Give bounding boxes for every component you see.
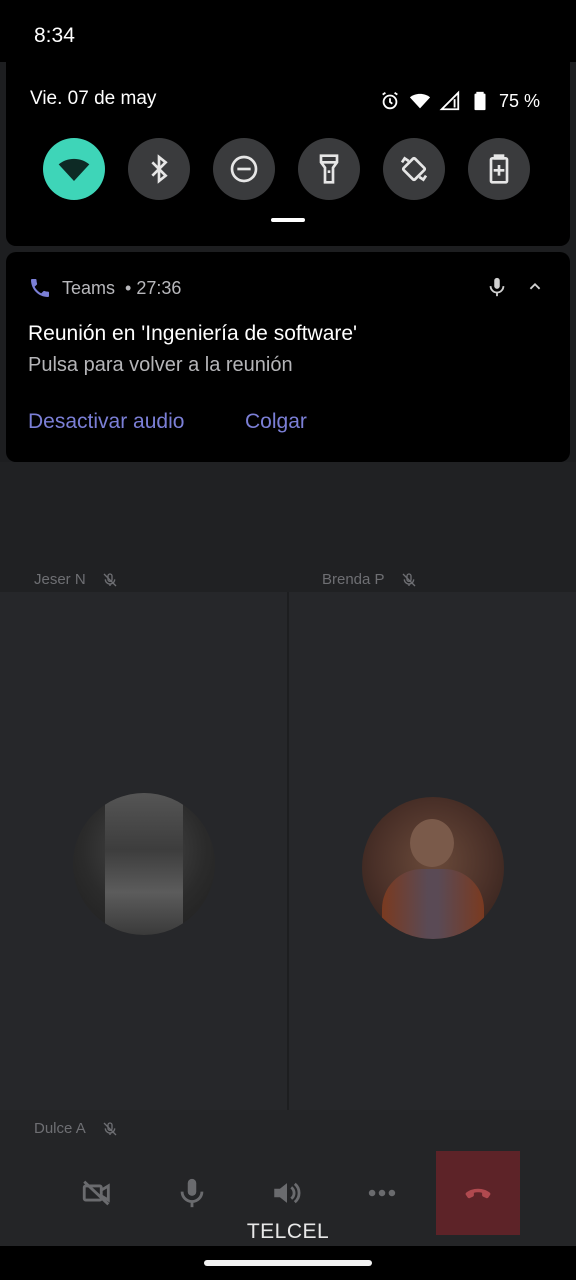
tile-divider — [287, 592, 289, 1140]
hang-up-action-button[interactable]: Colgar — [245, 410, 307, 434]
battery-percent: 75 % — [498, 90, 540, 111]
participant-label-dulce: Dulce A — [34, 1120, 118, 1137]
auto-rotate-icon — [400, 156, 428, 182]
bluetooth-tile[interactable] — [128, 138, 190, 200]
mute-audio-button[interactable]: Desactivar audio — [28, 410, 184, 434]
camera-off-icon — [82, 1180, 110, 1206]
camera-off-button[interactable] — [72, 1168, 122, 1218]
avatar-brenda — [362, 797, 504, 939]
microphone-button[interactable] — [167, 1168, 217, 1218]
do-not-disturb-tile[interactable] — [213, 138, 275, 200]
notification-title: Reunión en 'Ingeniería de software' — [28, 322, 358, 345]
mic-muted-icon — [103, 572, 117, 586]
mic-muted-icon — [402, 572, 416, 586]
avatar-jeser — [73, 793, 215, 935]
mic-muted-icon — [103, 1121, 117, 1135]
qs-status-icons: 75 % — [379, 90, 540, 112]
microphone-icon — [180, 1178, 204, 1208]
participant-name: Brenda P — [322, 571, 385, 588]
flashlight-icon — [319, 154, 339, 184]
speaker-button[interactable] — [262, 1168, 312, 1218]
battery-icon — [474, 91, 486, 111]
wifi-icon — [58, 158, 90, 181]
battery-saver-icon — [489, 154, 509, 184]
wifi-signal-icon — [409, 93, 431, 109]
participant-label-jeser: Jeser N — [34, 571, 118, 588]
notification-header: Teams • 27:36 — [28, 276, 181, 300]
auto-rotate-tile[interactable] — [383, 138, 445, 200]
chevron-up-icon[interactable] — [524, 276, 546, 298]
alarm-icon — [382, 91, 398, 110]
qs-expand-handle[interactable] — [271, 218, 305, 222]
phone-icon — [31, 279, 49, 297]
notification-subtitle: Pulsa para volver a la reunión — [28, 354, 293, 376]
flashlight-tile[interactable] — [298, 138, 360, 200]
home-gesture-handle[interactable] — [204, 1260, 372, 1266]
notification-header-right — [486, 276, 546, 298]
more-icon — [368, 1189, 396, 1197]
bluetooth-icon — [151, 154, 168, 184]
clock: 8:34 — [34, 24, 75, 47]
notification-elapsed: • 27:36 — [125, 277, 182, 298]
battery-saver-tile[interactable] — [468, 138, 530, 200]
microphone-icon — [489, 277, 505, 297]
speaker-icon — [274, 1182, 301, 1204]
qs-date[interactable]: Vie. 07 de may — [30, 88, 156, 110]
wifi-tile[interactable] — [43, 138, 105, 200]
participant-name: Jeser N — [34, 571, 86, 588]
carrier-label: TELCEL — [246, 1220, 330, 1243]
phone-hangup-icon — [465, 1188, 491, 1199]
do-not-disturb-icon — [230, 155, 258, 183]
cell-signal-icon — [439, 90, 460, 111]
participant-name: Dulce A — [34, 1120, 86, 1137]
notification-app-name: Teams — [62, 277, 116, 298]
status-bar — [0, 0, 576, 62]
more-options-button[interactable] — [357, 1168, 407, 1218]
participant-label-brenda: Brenda P — [322, 571, 417, 588]
